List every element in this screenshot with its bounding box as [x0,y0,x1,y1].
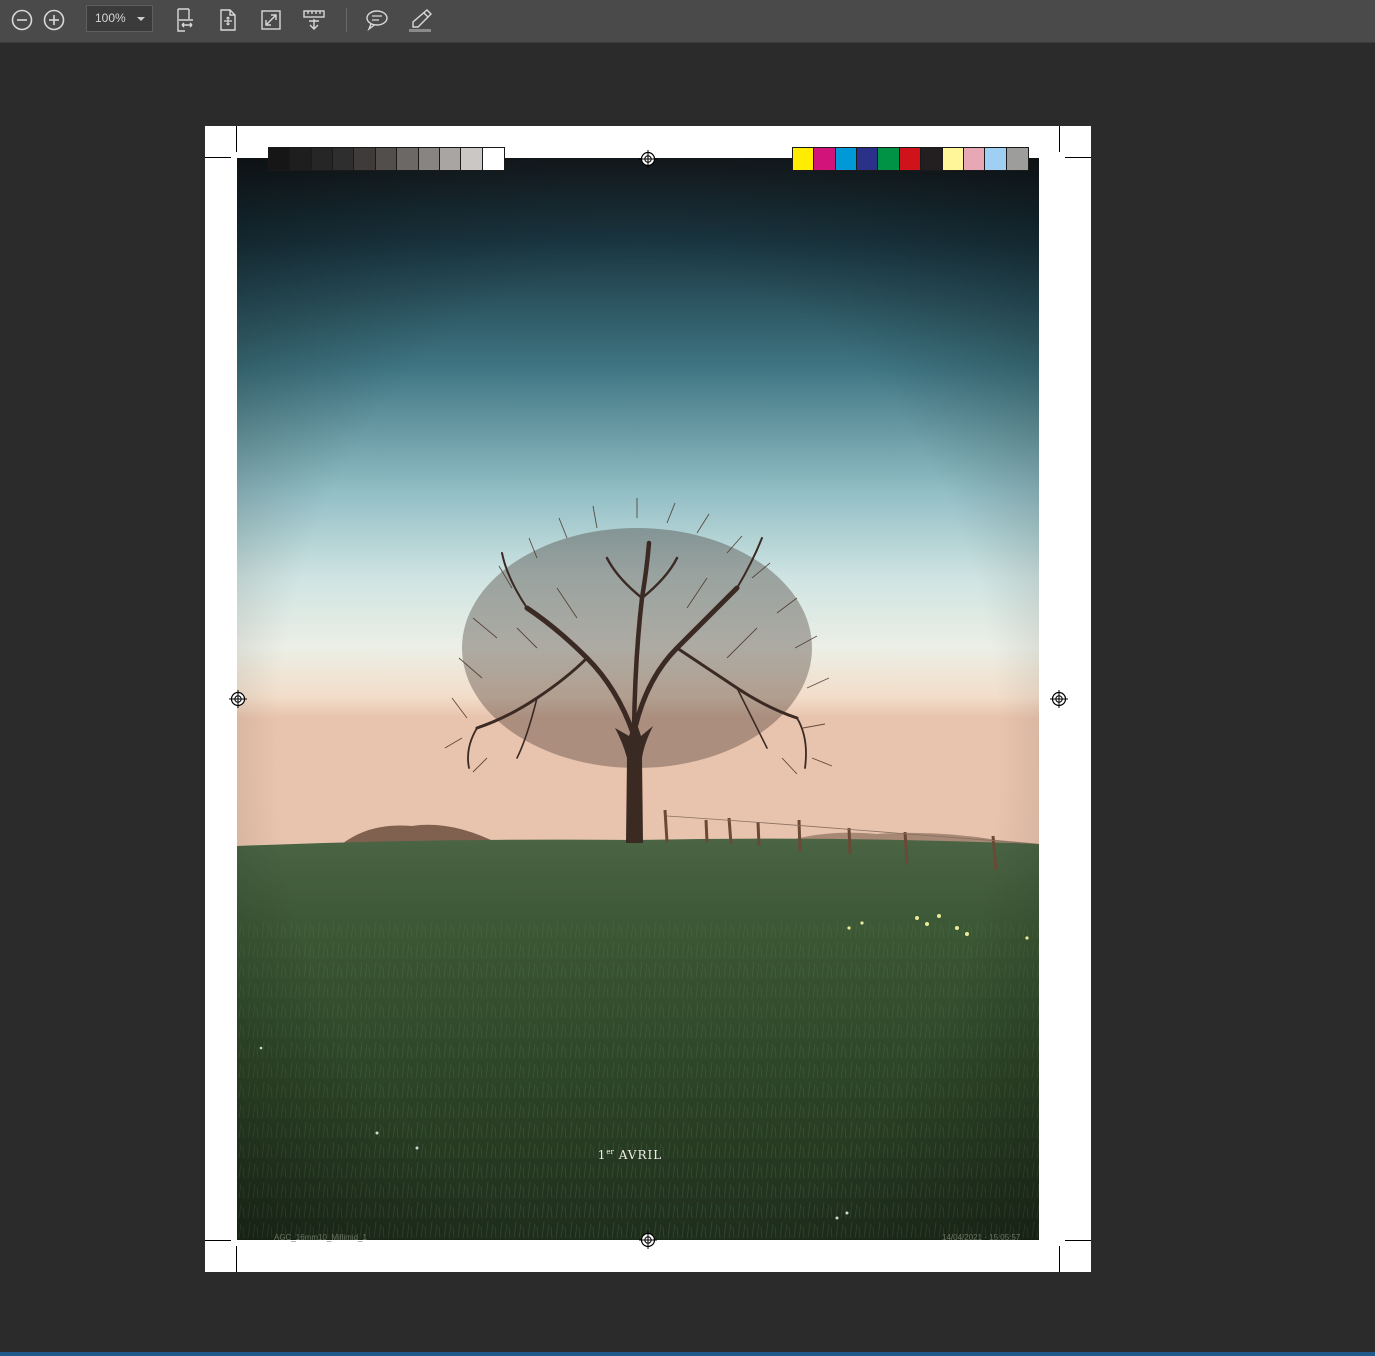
grayscale-swatch [439,148,462,170]
grayscale-swatch [269,148,291,170]
grayscale-swatch [290,148,312,170]
crop-mark [205,1240,231,1241]
grayscale-swatch [397,148,419,170]
grayscale-swatch [354,148,376,170]
highlighter-icon [409,9,432,32]
zoom-out-icon [11,9,33,31]
registration-mark-icon [1050,690,1068,708]
color-swatch [1006,148,1028,170]
color-swatch [985,148,1007,170]
color-swatch [921,148,943,170]
status-strip [0,1352,1375,1356]
fit-width-icon [177,8,193,32]
color-swatch [942,148,964,170]
crop-mark [1065,157,1091,158]
chevron-down-icon [137,17,145,21]
fit-page-icon [220,9,236,31]
color-swatch [814,148,836,170]
color-swatch [793,148,815,170]
grayscale-swatch [311,148,334,170]
page-caption: 1er AVRIL [0,1148,1260,1162]
registration-mark-icon [639,150,657,168]
caption-text: AVRIL [618,1148,663,1162]
color-swatch [878,148,900,170]
fit-page-button[interactable] [212,5,244,35]
zoom-level-select[interactable]: 100% [86,5,153,32]
crop-mark [236,1246,237,1272]
highlight-button[interactable] [404,5,436,35]
toolbar: 100% [0,0,1375,43]
zoom-in-button[interactable] [38,5,70,35]
zoom-out-button[interactable] [6,5,38,35]
tree-illustration [237,158,1039,1240]
ruler-button[interactable] [298,5,330,35]
grayscale-swatch [461,148,483,170]
crop-mark [236,126,237,152]
zoom-in-icon [43,9,65,31]
registration-mark-icon [229,690,247,708]
ruler-icon [303,10,325,30]
color-swatch [963,148,986,170]
color-swatch [857,148,879,170]
zoom-level-value: 100% [95,11,126,25]
grayscale-swatch-bar [268,147,505,171]
grayscale-swatch [375,148,398,170]
crop-mark [1065,1240,1091,1241]
crop-mark [1059,1246,1060,1272]
grayscale-swatch [482,148,504,170]
comment-icon [366,10,388,31]
crop-mark [205,157,231,158]
grayscale-swatch [333,148,355,170]
slug-timestamp: 14/04/2021 · 15:05:57 [942,1233,1021,1242]
color-swatch [899,148,922,170]
comment-button[interactable] [361,5,393,35]
grayscale-swatch [418,148,440,170]
tree-photo [237,158,1039,1240]
toolbar-separator [346,8,347,32]
crop-mark [1059,126,1060,152]
caption-superscript: er [606,1148,614,1156]
full-screen-icon [261,10,281,30]
full-screen-button[interactable] [255,5,287,35]
registration-mark-icon [639,1231,657,1249]
slug-filename: AGC_16mm10_Millimid_1 [274,1233,367,1242]
color-swatch [835,148,858,170]
color-swatch-bar [792,147,1029,171]
document-page [205,126,1091,1272]
fit-width-button[interactable] [169,5,201,35]
